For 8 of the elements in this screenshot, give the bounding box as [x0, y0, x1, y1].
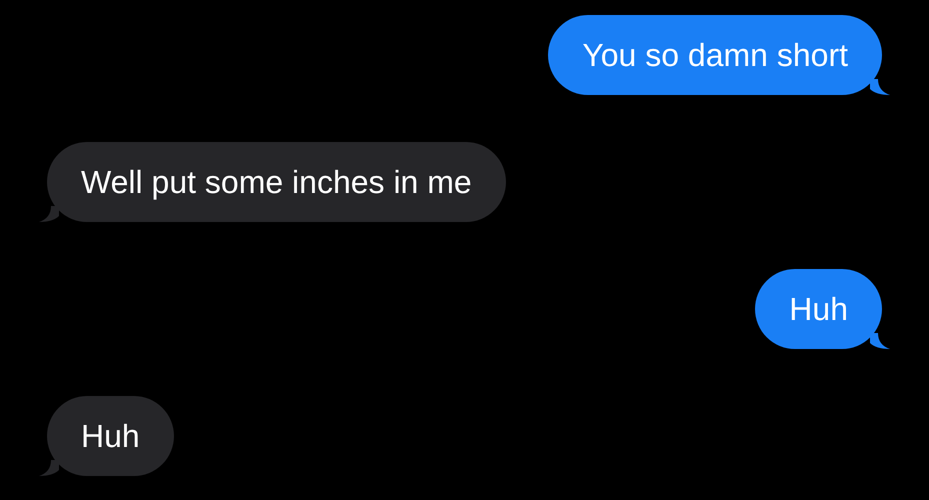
bubble-tail-icon	[870, 333, 890, 349]
message-bubble: Huh	[47, 396, 174, 476]
bubble-tail-icon	[39, 206, 59, 222]
message-bubble: You so damn short	[548, 15, 882, 95]
message-bubble: Huh	[755, 269, 882, 349]
bubble-tail-icon	[870, 79, 890, 95]
bubble-tail-icon	[39, 460, 59, 476]
message-bubble: Well put some inches in me	[47, 142, 506, 222]
